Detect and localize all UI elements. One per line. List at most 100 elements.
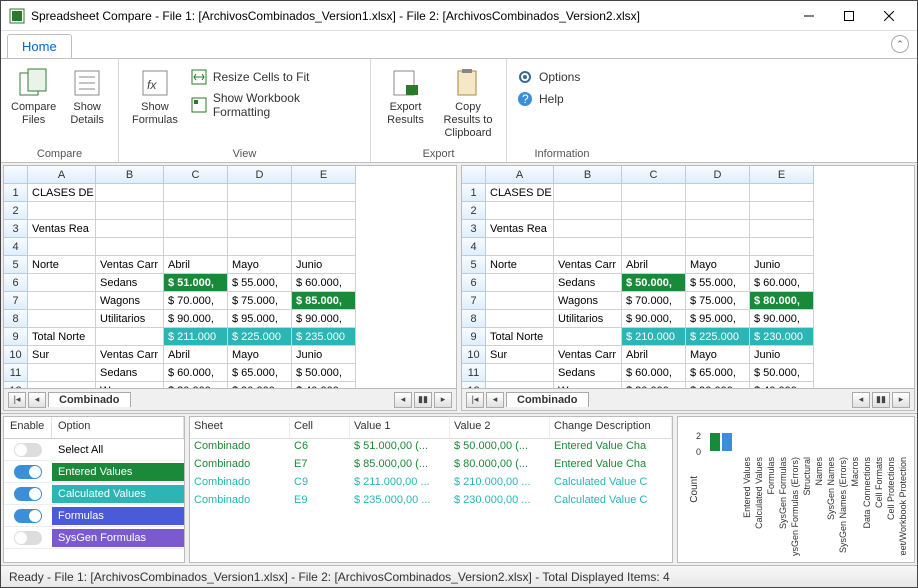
grid-cell[interactable] (28, 292, 96, 310)
grid-cell[interactable]: $ 80.000, (750, 292, 814, 310)
row-header[interactable]: 8 (462, 310, 486, 328)
grid-cell[interactable]: Abril (164, 256, 228, 274)
row-header[interactable]: 1 (462, 184, 486, 202)
grid-cell[interactable]: Junio (750, 346, 814, 364)
grid-cell[interactable] (96, 184, 164, 202)
grid-cell[interactable] (486, 310, 554, 328)
scroll-thumb[interactable]: ▮▮ (414, 392, 432, 408)
grid-cell[interactable] (28, 238, 96, 256)
grid-cell[interactable] (28, 364, 96, 382)
grid-cell[interactable] (750, 184, 814, 202)
grid-cell[interactable]: Sur (486, 346, 554, 364)
option-sysgen-formulas[interactable]: SysGen Formulas (4, 527, 184, 549)
toggle-formulas[interactable] (14, 509, 42, 523)
scroll-left-icon[interactable]: ◂ (852, 392, 870, 408)
grid-cell[interactable]: $ 90.000, (164, 310, 228, 328)
grid-cell[interactable] (28, 274, 96, 292)
grid-cell[interactable]: $ 210.000 (622, 328, 686, 346)
grid-cell[interactable]: $ 95.000, (228, 310, 292, 328)
grid-cell[interactable]: Ventas Carr (96, 346, 164, 364)
scroll-right-icon[interactable]: ▸ (434, 392, 452, 408)
help-button[interactable]: ? Help (515, 89, 582, 109)
nav-prev-icon[interactable]: ◂ (486, 392, 504, 408)
grid-cell[interactable] (686, 220, 750, 238)
option-select-all[interactable]: Select All (4, 439, 184, 461)
results-header-v2[interactable]: Value 2 (450, 417, 550, 438)
show-formatting-button[interactable]: Show Workbook Formatting (189, 89, 362, 121)
maximize-button[interactable] (829, 2, 869, 30)
grid-cell[interactable]: Ventas Carr (554, 256, 622, 274)
results-header-sheet[interactable]: Sheet (190, 417, 290, 438)
grid-cell[interactable]: $ 65.000, (228, 364, 292, 382)
grid-cell[interactable] (292, 184, 356, 202)
row-header[interactable]: 7 (4, 292, 28, 310)
row-header[interactable]: 1 (4, 184, 28, 202)
grid-cell[interactable]: $ 95.000, (686, 310, 750, 328)
sheet-tab[interactable]: Combinado (48, 392, 131, 407)
row-header[interactable]: 5 (462, 256, 486, 274)
grid-cell[interactable] (686, 238, 750, 256)
grid-cell[interactable]: $ 60.000, (164, 364, 228, 382)
grid-cell[interactable] (622, 202, 686, 220)
grid-cell[interactable]: $ 70.000, (622, 292, 686, 310)
grid-cell[interactable]: Sedans (96, 364, 164, 382)
option-entered-values[interactable]: Entered Values (4, 461, 184, 483)
option-formulas[interactable]: Formulas (4, 505, 184, 527)
grid-cell[interactable]: Utilitarios (96, 310, 164, 328)
tab-home[interactable]: Home (7, 34, 72, 58)
grid-cell[interactable]: $ 90.000, (622, 310, 686, 328)
results-row[interactable]: CombinadoE9$ 235.000,00 ...$ 230.000,00 … (190, 493, 672, 511)
toggle-entered-values[interactable] (14, 465, 42, 479)
nav-prev-icon[interactable]: ◂ (28, 392, 46, 408)
results-row[interactable]: CombinadoC9$ 211.000,00 ...$ 210.000,00 … (190, 475, 672, 493)
grid-cell[interactable] (164, 202, 228, 220)
col-header[interactable]: A (28, 166, 96, 184)
grid-cell[interactable] (96, 238, 164, 256)
results-header-v1[interactable]: Value 1 (350, 417, 450, 438)
grid-cell[interactable] (96, 328, 164, 346)
row-header[interactable]: 11 (462, 364, 486, 382)
grid-cell[interactable]: CLASES DE (28, 184, 96, 202)
nav-first-icon[interactable]: |◂ (8, 392, 26, 408)
grid-cell[interactable]: Ventas Rea (486, 220, 554, 238)
grid-cell[interactable] (622, 220, 686, 238)
col-header[interactable]: B (554, 166, 622, 184)
col-header[interactable]: E (750, 166, 814, 184)
results-row[interactable]: CombinadoE7$ 85.000,00 (...$ 80.000,00 (… (190, 457, 672, 475)
results-header-desc[interactable]: Change Description (550, 417, 672, 438)
row-header[interactable]: 6 (462, 274, 486, 292)
scroll-thumb[interactable]: ▮▮ (872, 392, 890, 408)
grid-cell[interactable]: Abril (622, 256, 686, 274)
scroll-right-icon[interactable]: ▸ (892, 392, 910, 408)
grid-cell[interactable] (486, 202, 554, 220)
col-header[interactable]: C (164, 166, 228, 184)
grid-cell[interactable]: Utilitarios (554, 310, 622, 328)
export-results-button[interactable]: Export Results (379, 65, 432, 129)
grid-cell[interactable]: $ 50.000, (750, 364, 814, 382)
grid-cell[interactable] (292, 202, 356, 220)
grid-cell[interactable]: Sedans (96, 274, 164, 292)
grid-cell[interactable] (486, 292, 554, 310)
grid-cell[interactable] (686, 202, 750, 220)
row-header[interactable]: 5 (4, 256, 28, 274)
grid-cell[interactable] (622, 184, 686, 202)
close-button[interactable] (869, 2, 909, 30)
grid-cell[interactable] (228, 202, 292, 220)
grid-cell[interactable]: Sedans (554, 364, 622, 382)
grid-cell[interactable]: Wagons (96, 292, 164, 310)
grid-cell[interactable]: Sedans (554, 274, 622, 292)
grid-cell[interactable] (686, 184, 750, 202)
grid-cell[interactable] (750, 202, 814, 220)
collapse-ribbon-icon[interactable]: ⌃ (891, 35, 909, 53)
row-header[interactable]: 9 (462, 328, 486, 346)
grid-cell[interactable]: Abril (622, 346, 686, 364)
row-header[interactable]: 2 (4, 202, 28, 220)
compare-files-button[interactable]: Compare Files (9, 65, 58, 129)
row-header[interactable]: 2 (462, 202, 486, 220)
grid-cell[interactable]: $ 65.000, (686, 364, 750, 382)
grid-cell[interactable]: $ 90.000, (292, 310, 356, 328)
grid-cell[interactable]: $ 60.000, (750, 274, 814, 292)
grid-cell[interactable]: CLASES DE (486, 184, 554, 202)
grid-cell[interactable]: Norte (28, 256, 96, 274)
results-header-cell[interactable]: Cell (290, 417, 350, 438)
